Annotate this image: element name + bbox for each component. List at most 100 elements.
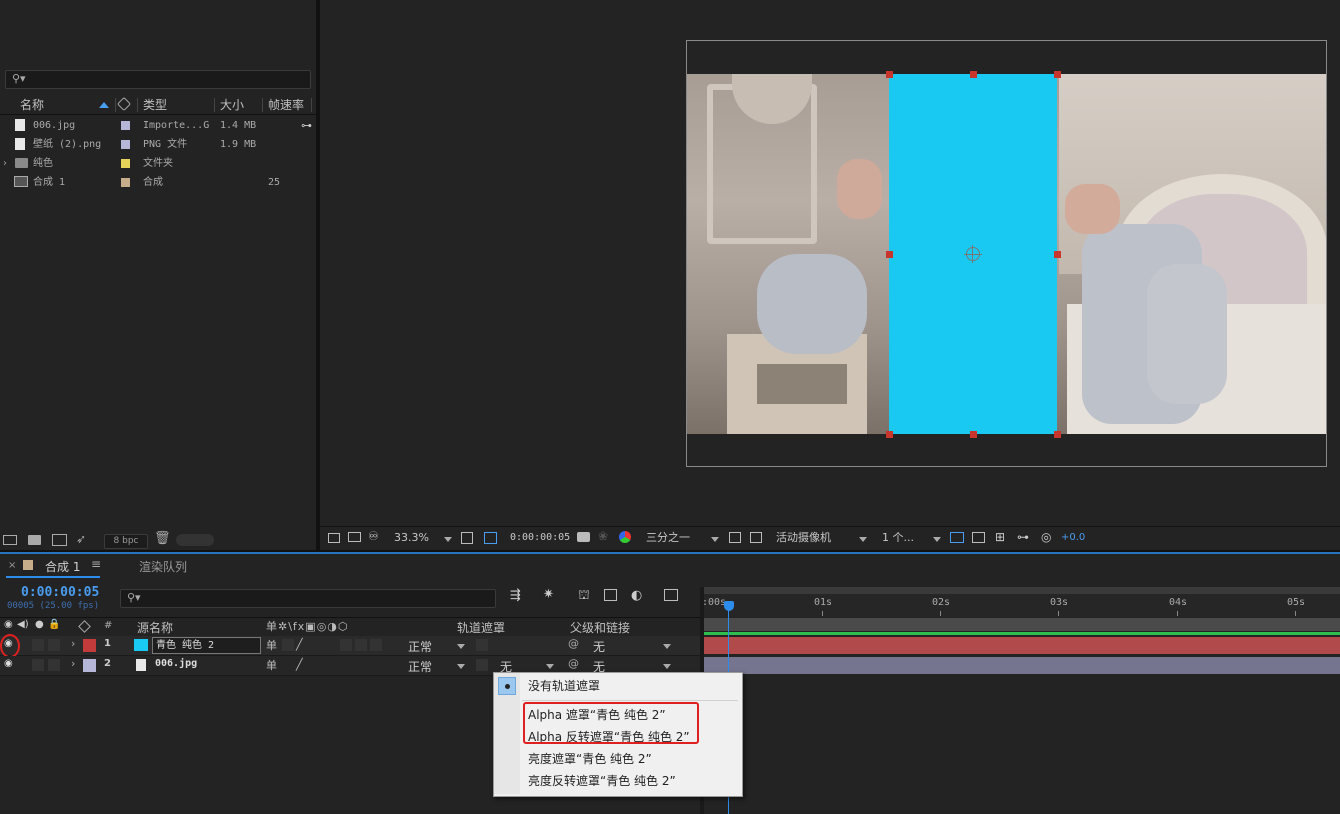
transform-handle[interactable] [886, 431, 893, 438]
layer-number: 2 [104, 658, 111, 669]
views-dropdown[interactable]: 1 个... [882, 527, 914, 549]
column-size[interactable]: 大小 [220, 96, 244, 114]
viewer-timecode[interactable]: 0:00:00:05 [510, 527, 570, 549]
color-channels-icon[interactable] [619, 531, 631, 543]
expand-arrow-icon[interactable]: › [3, 154, 7, 173]
blend-mode-dropdown[interactable]: 正常 [408, 658, 432, 675]
pickwhip-icon[interactable]: @ [568, 657, 579, 670]
transparency-grid-icon[interactable] [729, 532, 741, 543]
show-snapshot-icon[interactable]: ❀ [598, 529, 608, 543]
graph-editor-icon[interactable] [664, 589, 678, 601]
column-source-name[interactable]: 源名称 [137, 619, 173, 636]
transform-handle[interactable] [1054, 71, 1061, 78]
layer-bar-solid[interactable] [704, 637, 1340, 654]
dependency-icon[interactable]: ➶ [76, 532, 86, 546]
comp-flowchart-icon[interactable]: ⊞ [995, 530, 1005, 544]
zoom-dropdown[interactable]: 33.3% [394, 527, 429, 549]
project-item[interactable]: › 纯色 文件夹 [0, 154, 300, 173]
layer-bar-image[interactable] [704, 657, 1340, 674]
blend-mode-dropdown[interactable]: 正常 [408, 638, 432, 655]
region-of-interest-icon[interactable] [484, 532, 497, 544]
composition-viewer: ♾ 33.3% 0:00:00:05 ❀ 三分之一 活动摄像机 1 个... ⊞… [320, 0, 1340, 550]
reset-exposure-icon[interactable]: ◎ [1041, 530, 1051, 544]
lock-icon: 🔒 [48, 619, 61, 630]
image-file-icon [15, 138, 25, 150]
thumbnail-slider[interactable] [176, 534, 214, 546]
flowchart-icon[interactable]: ⊶ [301, 116, 312, 135]
transform-handle[interactable] [1054, 251, 1061, 258]
comp-frame [686, 40, 1327, 467]
item-fps: 25 [268, 177, 281, 188]
menu-item-luma-inverted-matte[interactable]: 亮度反转遮罩“青色 纯色 2” [494, 770, 740, 792]
parent-dropdown[interactable]: 无 [593, 638, 605, 655]
solo-icon: ● [35, 619, 44, 630]
menu-item-label: 亮度反转遮罩“青色 纯色 2” [528, 774, 676, 788]
resolution-grid-icon[interactable] [461, 532, 473, 544]
layer-label-color[interactable] [83, 659, 96, 672]
toggle-mask-icon[interactable] [750, 532, 762, 543]
frame-blending-icon[interactable] [604, 589, 617, 601]
transform-handle[interactable] [886, 251, 893, 258]
label-swatch [121, 159, 130, 168]
transform-handle[interactable] [886, 71, 893, 78]
current-timecode[interactable]: 0:00:00:05 [21, 585, 99, 600]
mask-visibility-icon[interactable]: ♾ [368, 529, 379, 543]
column-track-matte[interactable]: 轨道遮罩 [457, 619, 505, 636]
tab-render-queue[interactable]: 渲染队列 [139, 558, 187, 575]
shy-layers-icon[interactable]: ⛫ [578, 588, 590, 605]
transform-handle[interactable] [970, 71, 977, 78]
time-ruler[interactable]: :00s 01s 02s 03s 04s 05s [700, 587, 1340, 617]
trash-icon[interactable]: 🗑 [154, 531, 171, 546]
transform-handle[interactable] [1054, 431, 1061, 438]
timeline-search-input[interactable]: ⚲▾ [120, 589, 496, 608]
layer-name[interactable]: 006.jpg [155, 658, 197, 669]
layer-row[interactable]: ◉ › 1 青色 纯色 2 单 ╱ 正常 @ 无 [0, 634, 700, 658]
monitor-icon[interactable] [348, 532, 361, 542]
camera-dropdown[interactable]: 活动摄像机 [776, 527, 831, 549]
pickwhip-icon[interactable]: @ [568, 637, 579, 650]
column-parent[interactable]: 父级和链接 [570, 619, 630, 636]
composition-mini-flowchart-icon[interactable]: ⇶ [510, 588, 521, 603]
expand-arrow-icon[interactable]: › [71, 657, 75, 670]
new-folder-icon[interactable] [28, 535, 41, 545]
column-fps[interactable]: 帧速率 [268, 96, 304, 114]
fast-preview-icon[interactable] [950, 532, 964, 543]
grid-guides-dropdown[interactable]: 三分之一 [646, 527, 690, 549]
column-type[interactable]: 类型 [143, 96, 167, 114]
draft-3d-icon[interactable]: ✷ [543, 587, 554, 602]
project-item[interactable]: 006.jpg Importe...G 1.4 MB ⊶ [0, 116, 312, 135]
always-preview-icon[interactable] [328, 533, 340, 543]
project-item[interactable]: 合成 1 合成 25 [0, 173, 300, 192]
solid-swatch [134, 639, 148, 651]
current-time-indicator[interactable] [724, 601, 734, 611]
tab-menu-icon[interactable]: ≡ [91, 557, 101, 571]
transform-handle[interactable] [970, 431, 977, 438]
item-name: 006.jpg [33, 120, 76, 131]
work-area-bar[interactable] [703, 618, 1340, 631]
menu-item-no-track-matte[interactable]: 没有轨道遮罩 [494, 675, 740, 697]
layer-label-color[interactable] [83, 639, 96, 652]
menu-item-luma-matte[interactable]: 亮度遮罩“青色 纯色 2” [494, 748, 740, 770]
ruler-tick: 01s [814, 597, 833, 608]
camera-snapshot-icon[interactable] [577, 532, 590, 542]
new-composition-icon[interactable] [52, 534, 67, 546]
column-name[interactable]: 名称 [20, 96, 44, 114]
column-number: # [104, 620, 113, 631]
menu-item-label: 没有轨道遮罩 [528, 679, 601, 693]
item-name: 合成 1 [33, 177, 66, 188]
motion-blur-icon[interactable]: ◐ [631, 588, 642, 603]
tab-composition[interactable]: 合成 1 [45, 558, 80, 575]
item-type: Importe...G [143, 120, 210, 131]
close-tab-icon[interactable]: × [8, 560, 16, 571]
exposure-value[interactable]: +0.0 [1061, 527, 1085, 549]
project-search-input[interactable]: ⚲▾ [5, 70, 311, 89]
interpret-footage-icon[interactable] [3, 535, 17, 545]
expand-arrow-icon[interactable]: › [71, 637, 75, 650]
eye-visibility-icon[interactable]: ◉ [4, 658, 13, 669]
flowchart-icon[interactable]: ⊶ [1017, 530, 1029, 544]
project-item[interactable]: 壁纸 (2).png PNG 文件 1.9 MB [0, 135, 300, 154]
timeline-icon[interactable] [972, 532, 985, 543]
layer-name[interactable]: 青色 纯色 2 [152, 637, 261, 654]
bpc-button[interactable]: 8 bpc [104, 534, 148, 549]
highlight-box [523, 702, 699, 744]
